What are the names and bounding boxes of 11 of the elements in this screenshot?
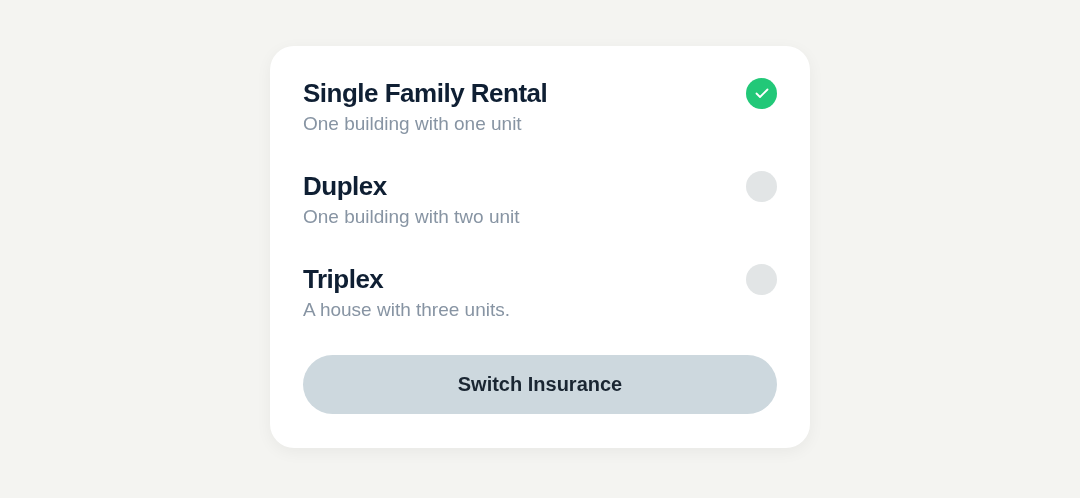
radio-button[interactable] — [746, 264, 777, 295]
option-description: A house with three units. — [303, 298, 510, 322]
radio-button[interactable] — [746, 171, 777, 202]
radio-button[interactable] — [746, 78, 777, 109]
option-description: One building with one unit — [303, 112, 523, 136]
option-title: Single Family Rental — [303, 77, 548, 110]
option-title: Duplex — [303, 170, 388, 203]
option-title: Triplex — [303, 263, 385, 296]
switch-insurance-button[interactable]: Switch Insurance — [303, 355, 777, 414]
option-description: One building with two unit — [303, 205, 520, 229]
checkmark-icon — [754, 88, 769, 99]
